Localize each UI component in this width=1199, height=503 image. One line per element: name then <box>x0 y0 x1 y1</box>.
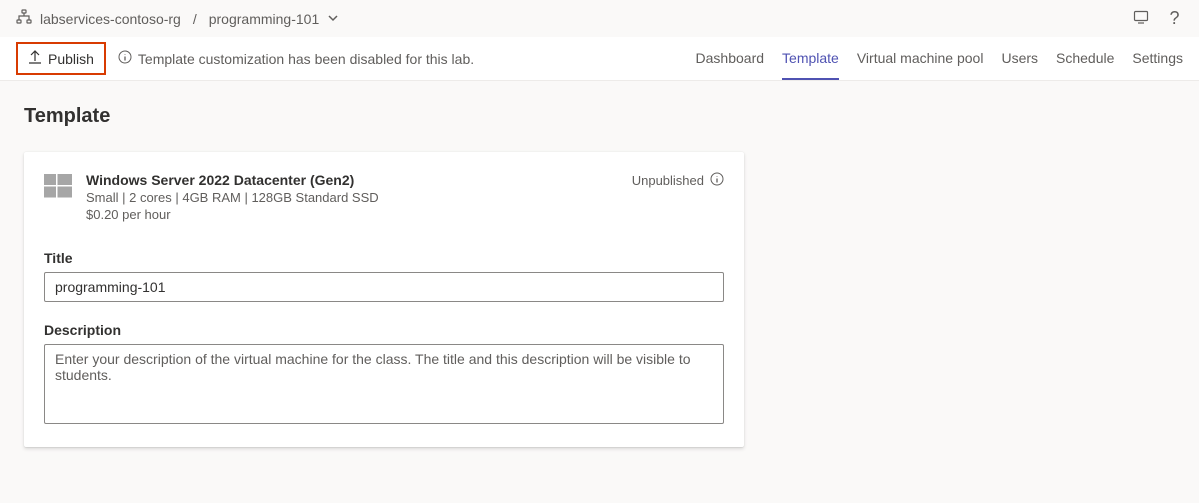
breadcrumb-actions: ? <box>1133 8 1183 29</box>
upload-icon <box>28 50 42 67</box>
status-text: Unpublished <box>632 173 704 188</box>
tab-users[interactable]: Users <box>1001 38 1038 80</box>
title-label: Title <box>44 250 724 266</box>
tab-dashboard[interactable]: Dashboard <box>696 38 765 80</box>
vm-os-title: Windows Server 2022 Datacenter (Gen2) <box>86 172 618 188</box>
toolbar-left: Publish Template customization has been … <box>16 42 474 75</box>
info-message: Template customization has been disabled… <box>118 50 474 67</box>
page-title: Template <box>24 105 1175 128</box>
title-field: Title <box>44 250 724 302</box>
hierarchy-icon <box>16 9 32 28</box>
breadcrumb-separator: / <box>193 11 197 27</box>
info-icon <box>118 50 132 67</box>
toolbar: Publish Template customization has been … <box>0 37 1199 81</box>
info-message-text: Template customization has been disabled… <box>138 51 474 67</box>
vm-info: Windows Server 2022 Datacenter (Gen2) Sm… <box>86 172 618 222</box>
description-field: Description <box>44 322 724 427</box>
help-icon[interactable]: ? <box>1165 8 1183 29</box>
monitor-icon[interactable] <box>1133 9 1149 28</box>
breadcrumb-resource-group[interactable]: labservices-contoso-rg <box>40 11 181 27</box>
svg-text:?: ? <box>1170 8 1180 26</box>
tab-vm-pool[interactable]: Virtual machine pool <box>857 38 984 80</box>
windows-icon <box>44 172 72 203</box>
publish-button[interactable]: Publish <box>16 42 106 75</box>
breadcrumb-bar: labservices-contoso-rg / programming-101… <box>0 0 1199 37</box>
tab-schedule[interactable]: Schedule <box>1056 38 1114 80</box>
chevron-down-icon[interactable] <box>327 11 339 27</box>
tabs: Dashboard Template Virtual machine pool … <box>696 38 1183 80</box>
tab-template[interactable]: Template <box>782 38 839 80</box>
vm-price: $0.20 per hour <box>86 207 618 222</box>
status-badge: Unpublished <box>632 172 724 189</box>
description-label: Description <box>44 322 724 338</box>
description-input[interactable] <box>44 344 724 424</box>
template-card: Windows Server 2022 Datacenter (Gen2) Sm… <box>24 152 744 447</box>
publish-button-label: Publish <box>48 51 94 67</box>
vm-header: Windows Server 2022 Datacenter (Gen2) Sm… <box>44 172 724 222</box>
vm-spec: Small | 2 cores | 4GB RAM | 128GB Standa… <box>86 190 618 205</box>
title-input[interactable] <box>44 272 724 302</box>
info-icon[interactable] <box>710 172 724 189</box>
page-content: Template Windows Server 2022 Datacenter … <box>0 81 1199 471</box>
breadcrumb-lab-name[interactable]: programming-101 <box>209 11 320 27</box>
breadcrumb: labservices-contoso-rg / programming-101 <box>16 9 339 28</box>
tab-settings[interactable]: Settings <box>1132 38 1183 80</box>
